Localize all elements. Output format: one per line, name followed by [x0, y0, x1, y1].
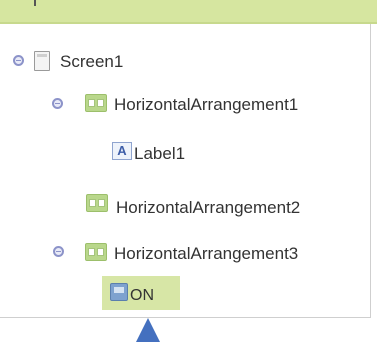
tree-node-label1[interactable]: Label1 — [134, 144, 185, 164]
tree-node-horizontalarrangement2[interactable]: HorizontalArrangement2 — [116, 198, 300, 218]
pointer-arrow-icon — [136, 318, 160, 342]
label-icon: A — [112, 142, 132, 160]
panel-header — [0, 0, 377, 22]
switch-icon — [110, 283, 128, 301]
collapse-horizontalarrangement1-toggle[interactable] — [52, 98, 63, 109]
components-tree-panel — [0, 24, 371, 318]
tree-node-horizontalarrangement3[interactable]: HorizontalArrangement3 — [114, 244, 298, 264]
collapse-screen1-toggle[interactable] — [13, 55, 24, 66]
horizontal-arrangement-icon — [85, 243, 107, 261]
header-tick — [34, 0, 36, 6]
tree-node-screen1[interactable]: Screen1 — [60, 52, 123, 72]
tree-node-on-label: ON — [130, 287, 154, 304]
tree-node-horizontalarrangement1[interactable]: HorizontalArrangement1 — [114, 95, 298, 115]
collapse-horizontalarrangement3-toggle[interactable] — [53, 246, 64, 257]
screen-icon — [34, 51, 50, 71]
horizontal-arrangement-icon — [85, 94, 107, 112]
horizontal-arrangement-icon — [86, 194, 108, 212]
